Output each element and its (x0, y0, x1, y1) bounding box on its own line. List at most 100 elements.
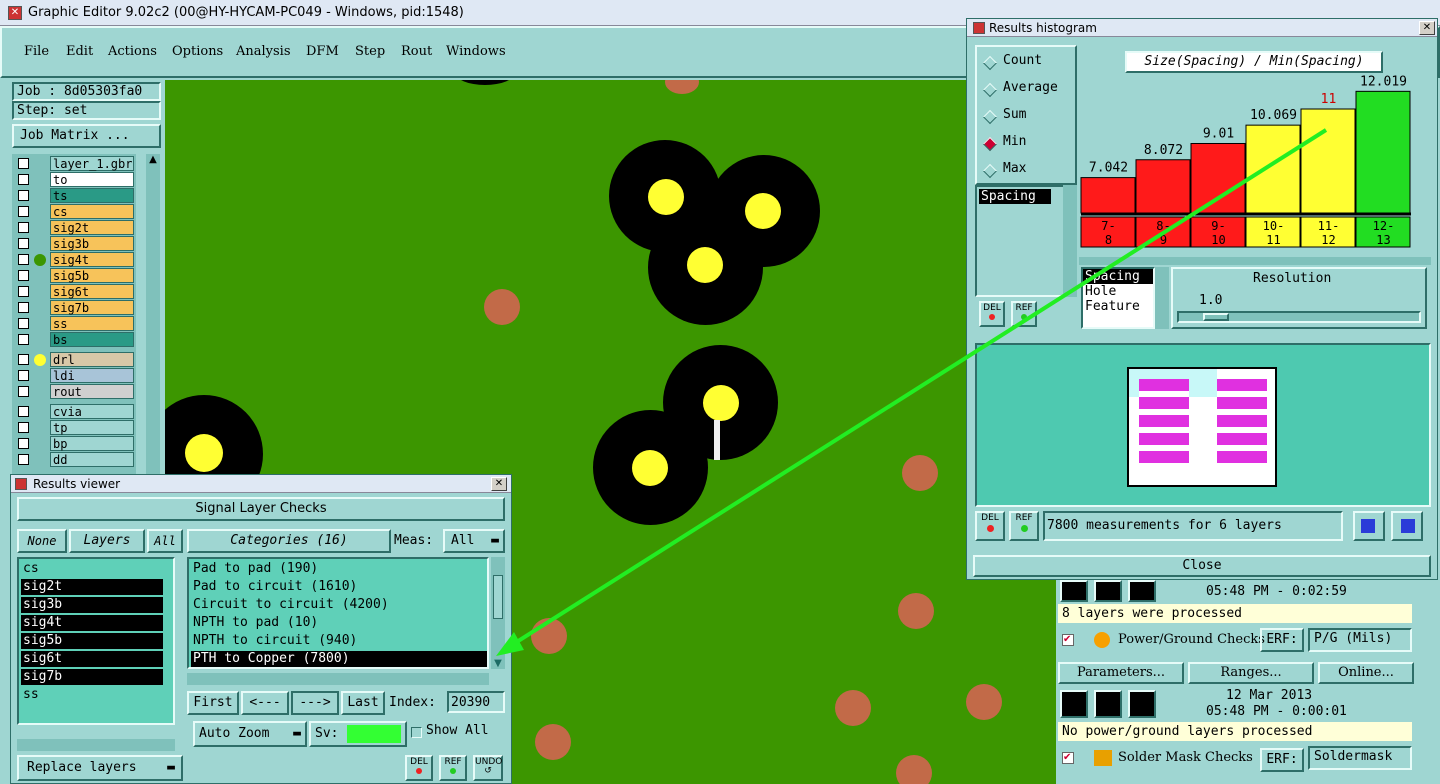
layer-checkbox[interactable] (18, 254, 29, 265)
run-icon[interactable] (1094, 580, 1122, 602)
run-icon[interactable] (1060, 690, 1088, 718)
layer-row[interactable]: bp (12, 436, 136, 451)
layer-checkbox[interactable] (18, 370, 29, 381)
result-layer-item[interactable]: sig7b (21, 669, 163, 685)
result-layer-item[interactable]: cs (21, 561, 163, 577)
layer-checkbox[interactable] (18, 438, 29, 449)
online-button[interactable]: Online... (1318, 662, 1414, 684)
layer-list-scrollbar[interactable]: ▲ (146, 154, 160, 480)
layer-checkbox[interactable] (18, 238, 29, 249)
mode-radio-average[interactable]: Average (982, 80, 1073, 100)
menu-step[interactable]: Step (355, 44, 385, 59)
layer-name[interactable]: sig5b (50, 268, 134, 283)
layer-name[interactable]: layer_1.gbr (50, 156, 134, 171)
undo-button[interactable]: UNDO ↺ (473, 755, 503, 781)
erf-value[interactable]: Soldermask (1308, 746, 1412, 770)
layer-row[interactable]: layer_1.gbr (12, 156, 136, 171)
categories-scrollbar[interactable]: ▼ (491, 557, 505, 669)
result-layer-item[interactable]: sig5b (21, 633, 163, 649)
layer-row[interactable]: ts (12, 188, 136, 203)
menu-file[interactable]: File (24, 44, 49, 59)
result-layer-item[interactable]: ss (21, 687, 163, 703)
enable-checkbox[interactable]: ✔ (1062, 634, 1074, 646)
layer-checkbox[interactable] (18, 270, 29, 281)
last-button[interactable]: Last (341, 691, 385, 715)
parameters-button[interactable]: Parameters... (1058, 662, 1184, 684)
radio-icon[interactable] (982, 109, 998, 125)
layer-checkbox[interactable] (18, 318, 29, 329)
mode-radio-min[interactable]: Min (982, 134, 1073, 154)
layer-checkbox[interactable] (18, 158, 29, 169)
layer-checkbox[interactable] (18, 406, 29, 417)
layer-checkbox[interactable] (18, 454, 29, 465)
layer-checkbox[interactable] (18, 222, 29, 233)
layer-name[interactable]: ss (50, 316, 134, 331)
layer-name[interactable]: tp (50, 420, 134, 435)
type-list-scrollbar[interactable] (1155, 267, 1169, 329)
menu-edit[interactable]: Edit (66, 44, 93, 59)
layer-row[interactable]: dd (12, 452, 136, 467)
histogram-list-item[interactable]: Spacing (979, 189, 1051, 204)
close-icon[interactable]: ✕ (491, 477, 507, 491)
del-button[interactable]: DEL (979, 301, 1005, 327)
category-item[interactable]: Circuit to circuit (4200) (191, 597, 487, 613)
erf-value[interactable]: P/G (Mils) (1308, 628, 1412, 652)
run-icon[interactable] (1128, 580, 1156, 602)
layer-row[interactable]: sig3b (12, 236, 136, 251)
first-button[interactable]: First (187, 691, 239, 715)
auto-zoom-dropdown[interactable]: Auto Zoom ▬ (193, 721, 307, 747)
menu-actions[interactable]: Actions (108, 44, 157, 59)
result-layer-item[interactable]: sig2t (21, 579, 163, 595)
ranges-button[interactable]: Ranges... (1188, 662, 1314, 684)
del-button[interactable]: DEL (405, 755, 433, 781)
layer-name[interactable]: sig3b (50, 236, 134, 251)
categories-hscroll[interactable] (187, 673, 489, 685)
layer-name[interactable]: to (50, 172, 134, 187)
chart-hscroll[interactable] (1079, 257, 1431, 265)
layer-checkbox[interactable] (18, 302, 29, 313)
run-icon[interactable] (1060, 580, 1088, 602)
enable-checkbox[interactable]: ✔ (1062, 752, 1074, 764)
layer-row[interactable]: tp (12, 420, 136, 435)
layer-checkbox[interactable] (18, 190, 29, 201)
category-item[interactable]: Pad to circuit (1610) (191, 579, 487, 595)
layer-name[interactable]: ldi (50, 368, 134, 383)
layers-button[interactable]: Layers (69, 529, 145, 553)
layer-row[interactable]: ss (12, 316, 136, 331)
layer-row[interactable]: cs (12, 204, 136, 219)
layer-name[interactable]: bs (50, 332, 134, 347)
menu-analysis[interactable]: Analysis (236, 44, 291, 59)
type-item-spacing[interactable]: Spacing (1083, 269, 1153, 284)
run-icon[interactable] (1094, 690, 1122, 718)
layer-row[interactable]: sig2t (12, 220, 136, 235)
menu-dfm[interactable]: DFM (306, 44, 339, 59)
ref-button[interactable]: REF (1009, 511, 1039, 541)
layer-list-hscroll[interactable] (17, 739, 175, 751)
ref-button[interactable]: REF (439, 755, 467, 781)
ref-button[interactable]: REF (1011, 301, 1037, 327)
layer-row[interactable]: ldi (12, 368, 136, 383)
type-item-hole[interactable]: Hole (1083, 284, 1153, 299)
layer-checkbox[interactable] (18, 334, 29, 345)
scroll-down-icon[interactable]: ▼ (491, 658, 505, 669)
layer-name[interactable]: ts (50, 188, 134, 203)
previous-button[interactable]: <--- (241, 691, 289, 715)
result-layer-item[interactable]: sig3b (21, 597, 163, 613)
layer-row[interactable]: sig4t (12, 252, 136, 267)
layer-row[interactable]: sig7b (12, 300, 136, 315)
radio-icon[interactable] (982, 82, 998, 98)
layer-row[interactable]: to (12, 172, 136, 187)
category-item[interactable]: PTH to Copper (7800) (191, 651, 487, 667)
close-button[interactable]: Close (973, 555, 1431, 577)
radio-icon[interactable] (982, 163, 998, 179)
replace-layers-dropdown[interactable]: Replace layers ▬ (17, 755, 183, 781)
layer-checkbox[interactable] (18, 386, 29, 397)
layer-name[interactable]: sig4t (50, 252, 134, 267)
scroll-up-icon[interactable]: ▲ (146, 154, 160, 168)
job-matrix-button[interactable]: Job Matrix ... (12, 124, 161, 148)
layer-name[interactable]: drl (50, 352, 134, 367)
menu-options[interactable]: Options (172, 44, 223, 59)
layer-name[interactable]: cs (50, 204, 134, 219)
layer-checkbox[interactable] (18, 206, 29, 217)
layer-row[interactable]: rout (12, 384, 136, 399)
